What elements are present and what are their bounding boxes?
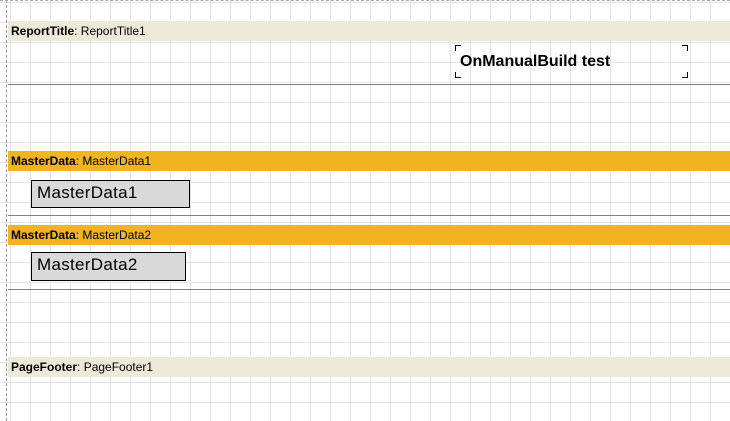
band-separator-line (8, 84, 730, 85)
masterdata2-text: MasterData2 (37, 255, 138, 274)
report-title-text: OnManualBuild test (460, 53, 611, 70)
band-name-label: ReportTitle1 (80, 24, 146, 38)
band-type-label: ReportTitle (11, 24, 75, 38)
report-design-canvas[interactable]: ReportTitle: ReportTitle1 OnManualBuild … (0, 0, 730, 421)
page-top-margin-line (0, 0, 730, 1)
band-separator: : (74, 24, 81, 38)
report-title-text-object[interactable]: OnManualBuild test (455, 45, 688, 78)
band-name-label: MasterData1 (82, 154, 152, 168)
band-name-label: MasterData2 (82, 228, 152, 242)
masterdata1-text: MasterData1 (37, 183, 138, 202)
band-body-pagefooter[interactable] (8, 377, 730, 421)
band-name-label: PageFooter1 (83, 360, 154, 374)
masterdata2-text-object[interactable]: MasterData2 (31, 252, 186, 281)
band-type-label: MasterData (11, 154, 76, 168)
masterdata1-text-object[interactable]: MasterData1 (31, 180, 190, 208)
selection-corner-bottom-left (455, 72, 461, 78)
page-left-margin-line (6, 0, 7, 421)
band-header-pagefooter[interactable]: PageFooter: PageFooter1 (8, 357, 730, 377)
selection-corner-top-right (682, 45, 688, 51)
selection-corner-bottom-right (682, 72, 688, 78)
band-header-masterdata2[interactable]: MasterData: MasterData2 (8, 225, 730, 245)
band-type-label: MasterData (11, 228, 76, 242)
band-type-label: PageFooter (11, 360, 78, 374)
band-separator-line (8, 289, 730, 290)
band-separator: : (77, 360, 84, 374)
band-header-reporttitle[interactable]: ReportTitle: ReportTitle1 (8, 21, 730, 41)
band-separator-line (8, 215, 730, 216)
band-header-masterdata1[interactable]: MasterData: MasterData1 (8, 151, 730, 171)
selection-corner-top-left (455, 45, 461, 51)
